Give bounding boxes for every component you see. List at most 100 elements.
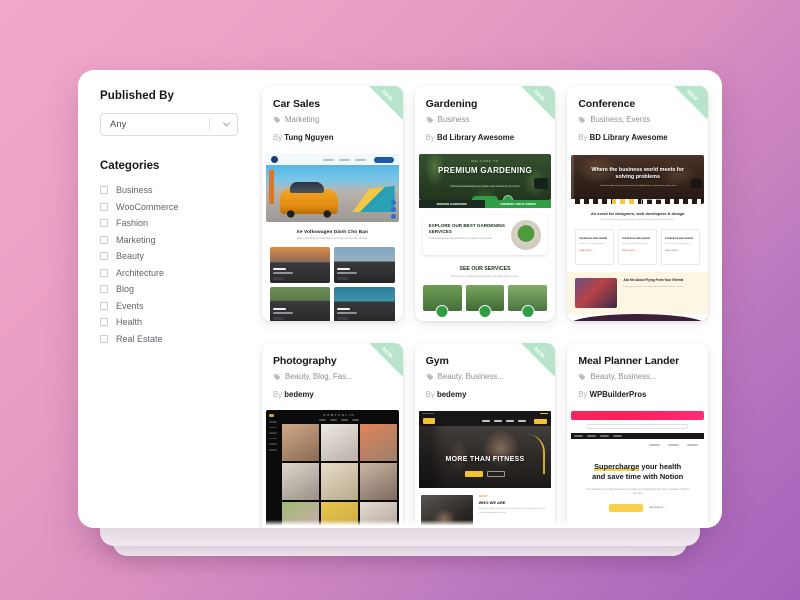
preview-nav [319, 419, 359, 420]
checkbox-marketing[interactable] [100, 236, 108, 244]
checkbox-real-estate[interactable] [100, 335, 108, 343]
preview-photo [321, 463, 358, 500]
checkbox-beauty[interactable] [100, 252, 108, 260]
preview-hero-button [472, 196, 498, 200]
category-item-beauty[interactable]: Beauty [100, 248, 238, 265]
feature-title: Conference web summit [622, 237, 653, 241]
template-card[interactable]: NEW Conference Business, Events By BD Li… [567, 86, 708, 321]
card-tags-text: Business [438, 115, 470, 124]
card-tags-text: Beauty, Business... [438, 372, 504, 381]
preview-car-cell [270, 287, 330, 321]
tag-icon [273, 373, 281, 381]
preview-primary-button [465, 471, 483, 477]
preview-nav-links [482, 420, 526, 421]
preview-tab-left: MODERN GARDENING [419, 200, 485, 209]
category-item-architecture[interactable]: Architecture [100, 265, 238, 282]
preview-nav-button [374, 157, 394, 163]
preview-heading: Xe Volkswagen Dành Cho Bạn [272, 230, 393, 235]
preview-thumb-block [534, 178, 548, 189]
author-name: Bd Library Awesome [437, 133, 514, 142]
checkbox-woocommerce[interactable] [100, 203, 108, 211]
card-thumbnail[interactable]: WELCOME TO PREMIUM GARDENING Professiona… [415, 151, 556, 321]
preview-hero-kicker: WELCOME TO [419, 160, 552, 163]
template-grid-area: NEW Car Sales Marketing By Tung Nguyen [256, 70, 722, 528]
preview-services-title: SEE OUR SERVICES [415, 266, 556, 272]
preview-photo [321, 424, 358, 461]
preview-tabs: MODERN GARDENING TRIMMING AND PLANNING [419, 200, 552, 209]
card-thumbnail[interactable]: PORTFOLIO [262, 408, 403, 528]
preview-service-cell [508, 285, 547, 311]
preview-services: SEE OUR SERVICES We provide a complete r… [415, 263, 556, 279]
new-badge: NEW [674, 86, 708, 120]
category-item-woocommerce[interactable]: WooCommerce [100, 199, 238, 216]
checkbox-architecture[interactable] [100, 269, 108, 277]
preview-sidebar [266, 410, 280, 528]
template-card[interactable]: NEW Photography Beauty, Blog, Fas... By … [262, 343, 403, 528]
category-item-real-estate[interactable]: Real Estate [100, 331, 238, 348]
preview-hero-title: PREMIUM GARDENING [419, 166, 552, 175]
preview-car-cell [334, 287, 394, 321]
preview-hero: MORE THAN FITNESS [419, 416, 552, 488]
card-author: By WPBuilderPros [578, 390, 697, 399]
preview-ramp [353, 186, 395, 212]
author-name: bedemy [437, 390, 466, 399]
checkbox-events[interactable] [100, 302, 108, 310]
publisher-select[interactable]: Any [100, 113, 238, 136]
category-label: Real Estate [116, 334, 163, 344]
card-thumbnail[interactable]: Where the business world meets for solvi… [567, 151, 708, 321]
checkbox-fashion[interactable] [100, 219, 108, 227]
card-author: By bedemy [273, 390, 392, 399]
preview-logo-text: PORTFOLIO [323, 413, 355, 417]
template-card[interactable]: NEW Gardening Business By Bd Library Awe… [415, 86, 556, 321]
preview-service-cell [423, 285, 462, 311]
preview-about-card: EXPLORE OUR BEST GARDENING SERVICES Prof… [423, 215, 548, 255]
template-card[interactable]: NEW Car Sales Marketing By Tung Nguyen [262, 86, 403, 321]
select-divider [209, 118, 210, 131]
preview-feature-card: Conference web summit Sessions with indu… [618, 229, 657, 265]
template-card[interactable]: NEW Gym Beauty, Business... By bedemy [415, 343, 556, 528]
category-label: Marketing [116, 235, 156, 245]
category-item-health[interactable]: Health [100, 314, 238, 331]
tag-icon [578, 373, 586, 381]
preview-highlight-text: Everything you need to know before you t… [623, 286, 700, 290]
template-card[interactable]: Meal Planner Lander Beauty, Business... … [567, 343, 708, 528]
checkbox-health[interactable] [100, 318, 108, 326]
new-badge: NEW [521, 343, 555, 377]
preview-url-bar [587, 424, 688, 429]
template-library-window: Published By Any Categories Business Woo… [78, 70, 722, 528]
by-prefix: By [578, 390, 587, 399]
preview-hero: Where the business world meets for solvi… [571, 155, 704, 204]
tag-icon [426, 373, 434, 381]
preview-about-section: ABOUT WHO WE ARE We build strength, endu… [421, 495, 550, 528]
preview-header: PORTFOLIO [280, 410, 399, 424]
tag-icon [578, 116, 586, 124]
preview-heading-highlight: Supercharge [594, 462, 639, 471]
preview-feature-card: Conference web summit Sessions with indu… [661, 229, 700, 265]
card-thumbnail[interactable]: Xe Volkswagen Dành Cho Bạn Khám phá dòng… [262, 151, 403, 321]
category-label: Events [116, 301, 144, 311]
category-item-events[interactable]: Events [100, 298, 238, 315]
card-tags-text: Beauty, Blog, Fas... [285, 372, 352, 381]
preview-photo [360, 502, 397, 528]
card-tags-text: Business, Events [590, 115, 650, 124]
checkbox-blog[interactable] [100, 285, 108, 293]
category-item-blog[interactable]: Blog [100, 281, 238, 298]
preview-section-title: WHO WE ARE [479, 500, 550, 505]
category-item-marketing[interactable]: Marketing [100, 232, 238, 249]
preview-side-block [691, 179, 702, 188]
category-item-fashion[interactable]: Fashion [100, 215, 238, 232]
preview-photo [282, 463, 319, 500]
category-item-business[interactable]: Business [100, 182, 238, 199]
preview-section-text: Professional garden care tailored to you… [429, 237, 508, 241]
card-tags-text: Beauty, Business... [590, 372, 656, 381]
author-name: BD Library Awesome [590, 133, 668, 142]
preview-feature-cards: Conference web summit Sessions with indu… [575, 229, 700, 265]
preview-hero-buttons [419, 471, 552, 477]
category-label: Blog [116, 284, 134, 294]
card-thumbnail[interactable]: MORE THAN FITNESS ABOUT WHO WE ARE [415, 408, 556, 528]
new-badge: NEW [369, 86, 403, 120]
checkbox-business[interactable] [100, 186, 108, 194]
card-thumbnail[interactable]: Supercharge your health and save time wi… [567, 408, 708, 528]
preview-logo-icon [423, 418, 435, 424]
preview-service-cell [466, 285, 505, 311]
